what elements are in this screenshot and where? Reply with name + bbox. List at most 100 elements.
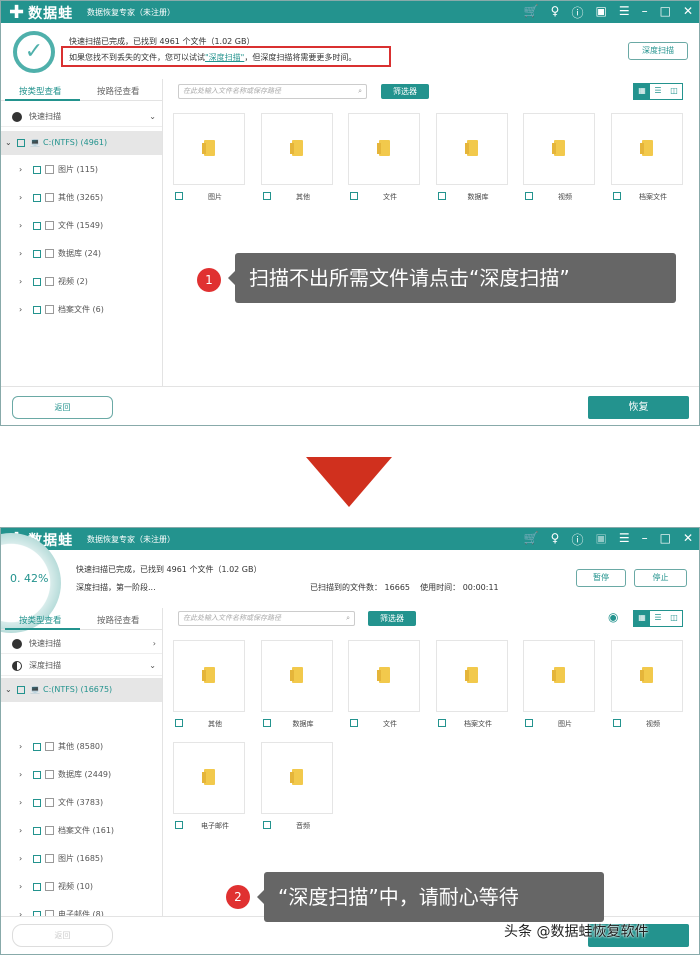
checkbox[interactable] xyxy=(33,799,41,807)
drive-c[interactable]: ⌄ 💻 C:(NTFS) (4961) xyxy=(1,131,162,155)
folder-tile[interactable] xyxy=(173,640,245,712)
list-view-icon[interactable]: ☰ xyxy=(650,84,666,99)
tree-item[interactable]: › 档案文件 (6) xyxy=(1,300,162,320)
deep-scan-button[interactable]: 深度扫描 xyxy=(628,42,688,60)
cart-icon[interactable]: 🛒 xyxy=(524,531,539,548)
menu-icon[interactable]: ☰ xyxy=(619,531,630,548)
drive-c[interactable]: ⌄ 💻 C:(NTFS) (16675) xyxy=(1,678,162,702)
folder-tile[interactable] xyxy=(523,113,595,185)
cart-icon[interactable]: 🛒 xyxy=(524,4,539,21)
checkbox[interactable] xyxy=(33,743,41,751)
detail-view-icon[interactable]: ◫ xyxy=(666,84,682,99)
close-icon[interactable]: ✕ xyxy=(683,531,693,548)
folder-tile[interactable] xyxy=(348,640,420,712)
save-icon[interactable]: ▣ xyxy=(595,531,606,548)
checkbox[interactable] xyxy=(33,827,41,835)
tree-item[interactable]: › 文件 (1549) xyxy=(1,216,162,236)
tab-by-type[interactable]: 按类型查看 xyxy=(19,614,62,626)
checkbox[interactable] xyxy=(33,306,41,314)
checkbox[interactable] xyxy=(33,222,41,230)
checkbox[interactable] xyxy=(33,883,41,891)
detail-view-icon[interactable]: ◫ xyxy=(666,611,682,626)
menu-icon[interactable]: ☰ xyxy=(619,4,630,21)
tile-checkbox[interactable] xyxy=(525,192,533,200)
tile-checkbox[interactable] xyxy=(175,821,183,829)
minimize-icon[interactable]: – xyxy=(642,531,648,548)
search-input[interactable]: 在此处输入文件名称或保存路径 ⌕ xyxy=(178,84,367,99)
recover-button[interactable]: 恢复 xyxy=(588,396,689,419)
tile-checkbox[interactable] xyxy=(438,192,446,200)
help-icon[interactable]: ⓘ xyxy=(571,4,583,21)
folder-tile[interactable] xyxy=(261,742,333,814)
deep-scan-link[interactable]: "深度扫描" xyxy=(205,53,244,62)
tree-item[interactable]: › 数据库 (24) xyxy=(1,244,162,264)
folder-tile[interactable] xyxy=(523,640,595,712)
tree-item[interactable]: › 档案文件 (161) xyxy=(1,821,162,841)
checkbox[interactable] xyxy=(33,278,41,286)
folder-tile[interactable] xyxy=(436,640,508,712)
tree-item[interactable]: › 数据库 (2449) xyxy=(1,765,162,785)
elapsed-time: 00:00:11 xyxy=(462,583,499,592)
save-icon[interactable]: ▣ xyxy=(595,4,606,21)
grid-view-icon[interactable]: ▦ xyxy=(634,611,650,626)
tab-by-path[interactable]: 按路径查看 xyxy=(97,85,140,97)
checkbox[interactable] xyxy=(33,855,41,863)
minimize-icon[interactable]: – xyxy=(642,4,648,21)
tile-checkbox[interactable] xyxy=(263,192,271,200)
folder-tile[interactable] xyxy=(436,113,508,185)
tree-item[interactable]: › 图片 (1685) xyxy=(1,849,162,869)
back-button[interactable]: 返回 xyxy=(12,396,113,419)
tree-item[interactable]: › 其他 (3265) xyxy=(1,188,162,208)
tree-item[interactable]: › 视频 (2) xyxy=(1,272,162,292)
pause-button[interactable]: 暂停 xyxy=(576,569,626,587)
folder-tile[interactable] xyxy=(348,113,420,185)
checkbox[interactable] xyxy=(17,686,25,694)
tree-item[interactable]: › 视频 (10) xyxy=(1,877,162,897)
tree-item[interactable]: › 图片 (115) xyxy=(1,160,162,180)
hint-text: 如果您找不到丢失的文件，您可以试试 xyxy=(69,53,205,62)
tile-checkbox[interactable] xyxy=(175,719,183,727)
help-icon[interactable]: ⓘ xyxy=(571,531,583,548)
checkbox[interactable] xyxy=(17,139,25,147)
filter-button[interactable]: 筛选器 xyxy=(381,84,429,99)
folder-tile[interactable] xyxy=(173,113,245,185)
maximize-icon[interactable]: □ xyxy=(660,4,671,21)
grid-view-icon[interactable]: ▦ xyxy=(634,84,650,99)
folder-tile[interactable] xyxy=(173,742,245,814)
tile-checkbox[interactable] xyxy=(263,719,271,727)
filter-button[interactable]: 筛选器 xyxy=(368,611,416,626)
preview-eye-icon[interactable]: ◉ xyxy=(608,610,618,624)
tab-by-path[interactable]: 按路径查看 xyxy=(97,614,140,626)
folder-tile[interactable] xyxy=(611,113,683,185)
tile-checkbox[interactable] xyxy=(350,192,358,200)
tile-checkbox[interactable] xyxy=(525,719,533,727)
back-button[interactable]: 返回 xyxy=(12,924,113,947)
key-icon[interactable]: ♀ xyxy=(551,531,560,548)
checkbox[interactable] xyxy=(33,771,41,779)
tile-checkbox[interactable] xyxy=(263,821,271,829)
checkbox[interactable] xyxy=(33,166,41,174)
search-input[interactable]: 在此处输入文件名称或保存路径 ⌕ xyxy=(178,611,355,626)
key-icon[interactable]: ♀ xyxy=(551,4,560,21)
tile-checkbox[interactable] xyxy=(350,719,358,727)
chevron-right-icon: › xyxy=(152,639,156,648)
folder-tile[interactable] xyxy=(261,640,333,712)
tile-checkbox[interactable] xyxy=(613,192,621,200)
tree-item[interactable]: › 其他 (8580) xyxy=(1,737,162,757)
tile-checkbox[interactable] xyxy=(175,192,183,200)
tab-by-type[interactable]: 按类型查看 xyxy=(19,85,62,97)
tile-checkbox[interactable] xyxy=(438,719,446,727)
tile-checkbox[interactable] xyxy=(613,719,621,727)
tree-item[interactable]: › 文件 (3783) xyxy=(1,793,162,813)
checkbox[interactable] xyxy=(33,194,41,202)
folder-tile[interactable] xyxy=(261,113,333,185)
checkbox[interactable] xyxy=(33,250,41,258)
deep-scan-row[interactable]: 深度扫描 ⌄ xyxy=(1,656,162,676)
maximize-icon[interactable]: □ xyxy=(660,531,671,548)
folder-tile[interactable] xyxy=(611,640,683,712)
quick-scan-row[interactable]: 快速扫描 ⌄ xyxy=(1,107,162,127)
close-icon[interactable]: ✕ xyxy=(683,4,693,21)
quick-scan-row[interactable]: 快速扫描 › xyxy=(1,634,162,654)
stop-button[interactable]: 停止 xyxy=(634,569,687,587)
list-view-icon[interactable]: ☰ xyxy=(650,611,666,626)
